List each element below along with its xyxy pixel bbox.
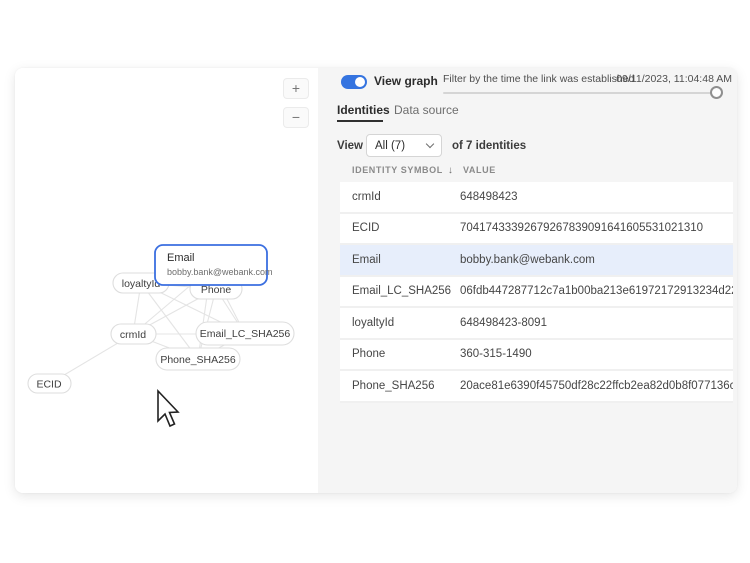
dropdown-selected-value: All (7) bbox=[375, 140, 427, 152]
identity-symbol-cell: Email bbox=[352, 254, 460, 266]
table-row[interactable]: ECID 70417433392679267839091641605531021… bbox=[340, 214, 733, 246]
graph-node-ecid[interactable]: ECID bbox=[28, 374, 71, 393]
graph-node-email-selected[interactable]: Email bobby.bank@webank.com bbox=[155, 245, 273, 285]
zoom-controls: + − bbox=[283, 78, 309, 128]
identity-graph-svg: loyaltyId Phone crmId Email_LC_SHA256 Ph… bbox=[15, 68, 318, 493]
tab-data-source[interactable]: Data source bbox=[394, 103, 459, 117]
svg-text:ECID: ECID bbox=[36, 379, 62, 391]
identity-symbol-cell: ECID bbox=[352, 222, 460, 234]
column-header-value: VALUE bbox=[463, 165, 496, 175]
identity-symbol-cell: crmId bbox=[352, 191, 460, 203]
active-tab-underline bbox=[337, 120, 383, 122]
identities-table: crmId 648498423 ECID 7041743339267926783… bbox=[340, 182, 733, 403]
table-row-selected[interactable]: Email bobby.bank@webank.com bbox=[340, 245, 733, 277]
table-row[interactable]: Phone_SHA256 20ace81e6390f45750df28c22ff… bbox=[340, 371, 733, 403]
sort-descending-icon[interactable]: ↓ bbox=[448, 165, 454, 176]
identity-value-cell: 06fdb447287712c7a1b00ba213e6197217291323… bbox=[460, 285, 733, 297]
time-slider-track[interactable] bbox=[443, 92, 723, 94]
identity-filter-dropdown[interactable]: All (7) bbox=[366, 134, 442, 157]
identity-symbol-cell: Phone_SHA256 bbox=[352, 380, 460, 392]
svg-text:crmId: crmId bbox=[120, 329, 146, 341]
identity-value-cell: 648498423 bbox=[460, 191, 733, 203]
graph-node-phone-sha256[interactable]: Phone_SHA256 bbox=[156, 348, 240, 370]
identity-value-cell: 360-315-1490 bbox=[460, 348, 733, 360]
view-graph-toggle[interactable] bbox=[341, 75, 367, 89]
zoom-in-button[interactable]: + bbox=[283, 78, 309, 99]
svg-text:bobby.bank@webank.com: bobby.bank@webank.com bbox=[167, 267, 273, 277]
identity-symbol-cell: Email_LC_SHA256 bbox=[352, 285, 460, 297]
view-graph-label: View graph bbox=[374, 74, 438, 88]
svg-text:Email: Email bbox=[167, 252, 195, 264]
identity-value-cell: 70417433392679267839091641605531021310 bbox=[460, 222, 733, 234]
svg-text:Phone_SHA256: Phone_SHA256 bbox=[160, 354, 235, 366]
column-header-identity-symbol[interactable]: IDENTITY SYMBOL↓ bbox=[352, 165, 453, 176]
graph-node-crmid[interactable]: crmId bbox=[111, 324, 156, 344]
filter-time-label: Filter by the time the link was establis… bbox=[443, 73, 634, 85]
table-row[interactable]: loyaltyId 648498423-8091 bbox=[340, 308, 733, 340]
identity-symbol-cell: Phone bbox=[352, 348, 460, 360]
identity-count-label: of 7 identities bbox=[452, 140, 526, 152]
view-label: View bbox=[337, 140, 363, 152]
tab-identities[interactable]: Identities bbox=[337, 103, 390, 117]
identity-symbol-cell: loyaltyId bbox=[352, 317, 460, 329]
identity-graph-card: + − bbox=[15, 68, 737, 493]
identity-value-cell: 648498423-8091 bbox=[460, 317, 733, 329]
time-slider-handle[interactable] bbox=[710, 86, 723, 99]
table-row[interactable]: crmId 648498423 bbox=[340, 182, 733, 214]
mouse-cursor-icon bbox=[158, 391, 178, 426]
identity-value-cell: bobby.bank@webank.com bbox=[460, 254, 733, 266]
table-row[interactable]: Email_LC_SHA256 06fdb447287712c7a1b00ba2… bbox=[340, 277, 733, 309]
toggle-knob bbox=[355, 77, 365, 87]
svg-text:Email_LC_SHA256: Email_LC_SHA256 bbox=[200, 328, 291, 340]
chevron-down-icon bbox=[426, 140, 434, 148]
identity-value-cell: 20ace81e6390f45750df28c22ffcb2ea82d0b8f0… bbox=[460, 380, 733, 392]
filter-timestamp: 09/11/2023, 11:04:48 AM bbox=[616, 73, 732, 85]
zoom-out-button[interactable]: − bbox=[283, 107, 309, 128]
table-row[interactable]: Phone 360-315-1490 bbox=[340, 340, 733, 372]
graph-canvas[interactable]: + − bbox=[15, 68, 318, 493]
graph-node-email-lc-sha256[interactable]: Email_LC_SHA256 bbox=[196, 322, 294, 345]
identity-details-panel: View graph Filter by the time the link w… bbox=[318, 68, 737, 493]
